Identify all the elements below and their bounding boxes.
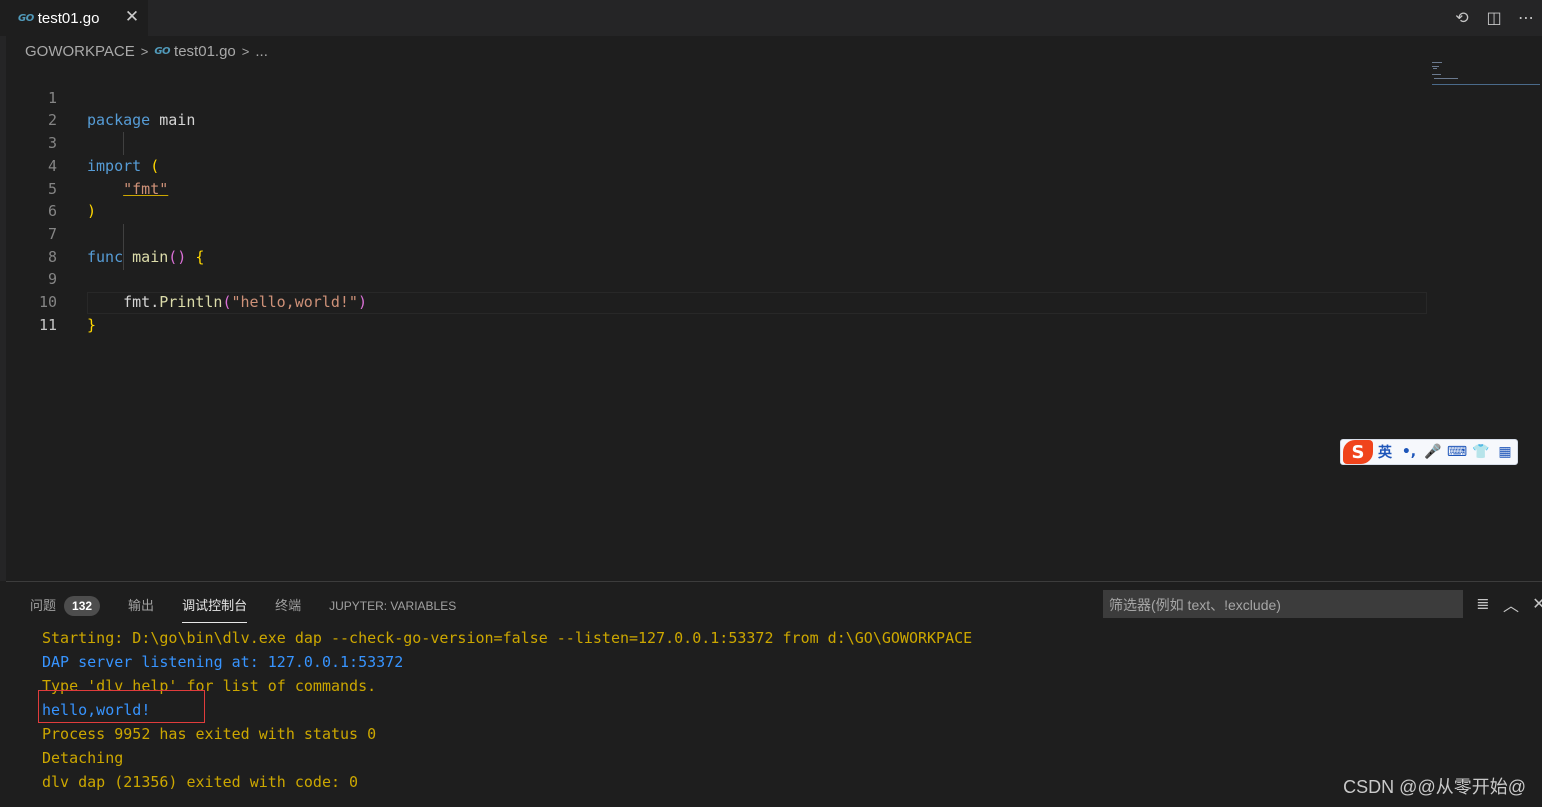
minimap-line <box>1432 66 1439 67</box>
close-icon[interactable]: ✕ <box>124 7 140 27</box>
chevron-right-icon: > <box>241 43 250 59</box>
code-line: 2 <box>6 87 1426 129</box>
problems-count-badge: 132 <box>64 596 101 616</box>
console-line: Detaching <box>42 749 124 767</box>
code-line: 4 "fmt" <box>6 132 1426 198</box>
chevron-right-icon: > <box>140 43 149 59</box>
timeline-icon[interactable]: ⟲ <box>1446 0 1478 36</box>
code-line: 3 import ( <box>6 109 1426 175</box>
punctuation-icon[interactable]: •, <box>1397 444 1421 460</box>
go-file-icon: GO <box>18 12 34 24</box>
breadcrumb-symbols[interactable]: ... <box>255 43 268 60</box>
tab-jupyter-variables[interactable]: JUPYTER: VARIABLES <box>329 594 456 618</box>
brace: } <box>87 315 97 334</box>
microphone-icon[interactable]: 🎤 <box>1421 444 1445 460</box>
editor-tab-bar: GO test01.go ✕ ⟲ ◫ ⋯ <box>0 0 1542 36</box>
clear-console-icon[interactable]: ≣ <box>1469 592 1497 616</box>
breadcrumb-folder[interactable]: GOWORKPACE <box>25 43 135 60</box>
tab-title: test01.go <box>37 9 100 27</box>
minimap-line <box>1432 74 1441 75</box>
highlight-annotation-box <box>38 690 205 723</box>
sogou-logo-icon[interactable]: S <box>1343 440 1373 464</box>
watermark: CSDN @@从零开始@ <box>1343 777 1526 797</box>
ime-toolbar[interactable]: S 英 •, 🎤 ⌨ 👕 ▦ <box>1340 439 1518 465</box>
code-line: 5 ) <box>6 155 1426 221</box>
code-editor[interactable]: 1 package main 2 3 import ( 4 "fmt" 5 ) … <box>6 64 1427 574</box>
close-panel-icon[interactable]: ✕ <box>1525 592 1542 616</box>
console-line: dlv dap (21356) exited with code: 0 <box>42 773 359 791</box>
tab-label: 问题 <box>30 598 57 613</box>
ime-language-toggle[interactable]: 英 <box>1373 442 1397 462</box>
tab-debug-console[interactable]: 调试控制台 <box>182 594 248 623</box>
code-line: 1 package main <box>6 64 1426 130</box>
code-line: 6 <box>6 178 1426 220</box>
apps-icon[interactable]: ▦ <box>1493 444 1517 460</box>
tab-test01-go[interactable]: GO test01.go ✕ <box>0 0 148 36</box>
minimap-line <box>1433 68 1437 69</box>
console-line: Starting: D:\go\bin\dlv.exe dap --check-… <box>42 629 973 647</box>
panel-actions: ≣ ︿ ✕ <box>1469 592 1542 616</box>
minimap-slider[interactable] <box>1432 84 1540 85</box>
minimap-line <box>1434 78 1458 79</box>
code-line: 8 <box>6 223 1426 266</box>
skin-icon[interactable]: 👕 <box>1469 444 1493 460</box>
breadcrumb: GOWORKPACE > GO test01.go > ... <box>25 40 268 62</box>
tab-output[interactable]: 输出 <box>128 594 154 618</box>
code-line: 7 func main() { <box>6 200 1426 266</box>
maximize-panel-icon[interactable]: ︿ <box>1497 592 1525 616</box>
line-number: 11 <box>38 315 57 334</box>
breadcrumb-file[interactable]: test01.go <box>174 43 236 60</box>
split-editor-icon[interactable]: ◫ <box>1478 0 1510 36</box>
tab-terminal[interactable]: 终端 <box>275 594 301 618</box>
tab-problems[interactable]: 问题 132 <box>30 594 101 618</box>
tab-actions: ⟲ ◫ ⋯ <box>1446 0 1542 36</box>
code-line: 11 <box>6 291 1426 334</box>
keyboard-icon[interactable]: ⌨ <box>1445 444 1469 460</box>
console-line: Process 9952 has exited with status 0 <box>42 725 377 743</box>
code-line: 9 fmt.Println("hello,world!") <box>6 246 1426 311</box>
go-file-icon: GO <box>154 45 171 57</box>
minimap-line <box>1432 62 1442 63</box>
panel-tabs: 问题 132 输出 调试控制台 终端 JUPYTER: VARIABLES <box>30 594 484 623</box>
bottom-panel: 问题 132 输出 调试控制台 终端 JUPYTER: VARIABLES 筛选器… <box>6 581 1542 807</box>
code-line: 10 } <box>6 268 1426 334</box>
console-line: DAP server listening at: 127.0.0.1:53372 <box>42 653 404 671</box>
console-filter-input[interactable]: 筛选器(例如 text、!exclude) <box>1103 590 1463 618</box>
minimap[interactable] <box>1430 60 1542 90</box>
more-actions-icon[interactable]: ⋯ <box>1510 0 1542 36</box>
